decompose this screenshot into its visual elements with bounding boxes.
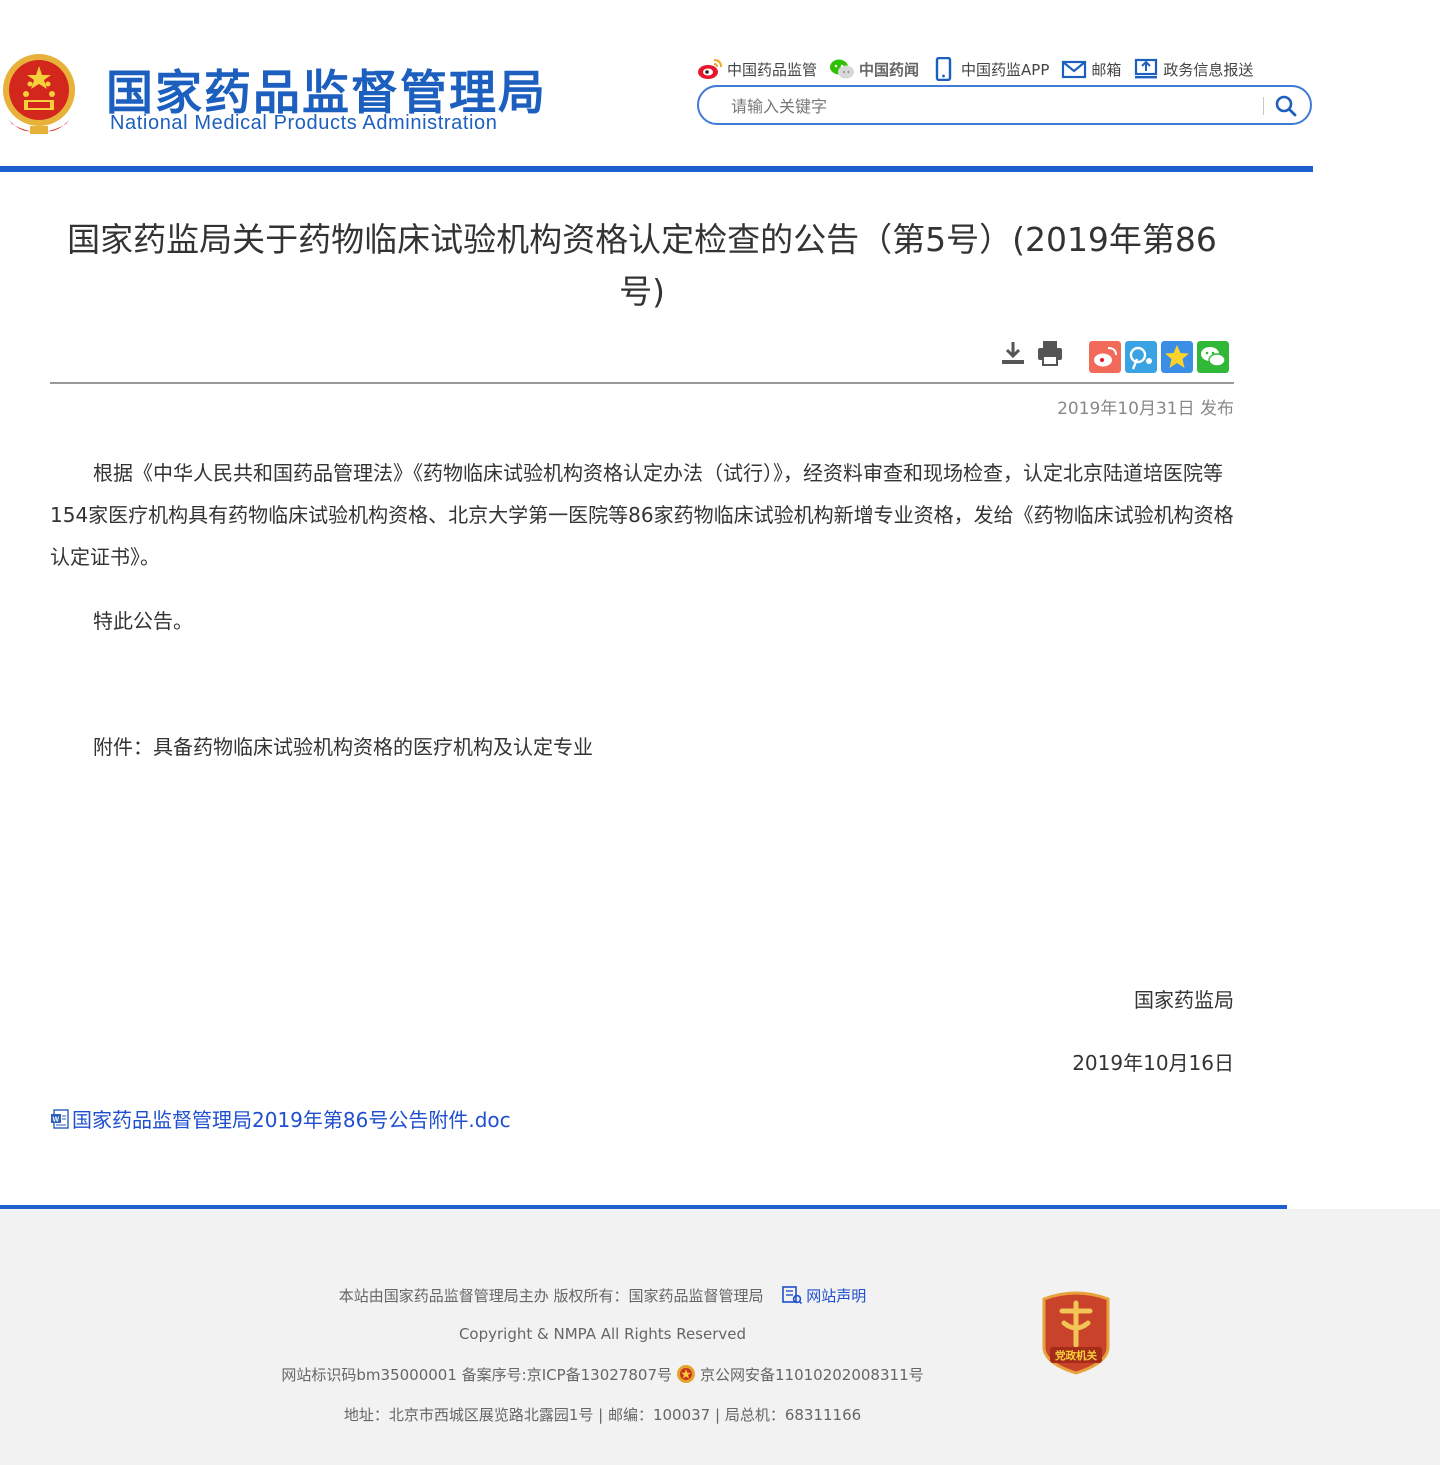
footer-address: 地址：北京市西城区展览路北露园1号 | 邮编：100037 | 局总机：6831…: [343, 1406, 862, 1424]
wechat-icon: [830, 59, 855, 79]
link-report-label: 政务信息报送: [1163, 60, 1254, 79]
signature-org: 国家药监局: [1134, 988, 1234, 1012]
link-weibo[interactable]: 中国药品监管: [697, 57, 817, 81]
national-emblem-icon: [3, 54, 75, 134]
search-input[interactable]: [731, 94, 1251, 118]
weibo-icon: [698, 59, 722, 79]
footer-icp-line: 网站标识码bm35000001 备案序号:京ICP备13027807号 京公网安…: [0, 1364, 1205, 1385]
print-icon[interactable]: [1035, 338, 1065, 368]
meta-divider: [50, 382, 1234, 384]
party-badge-label: 党政机关: [1055, 1349, 1097, 1362]
link-mail-label: 邮箱: [1091, 60, 1122, 79]
site-statement-label: 网站声明: [806, 1287, 867, 1305]
party-government-badge[interactable]: 党政机关: [1040, 1289, 1112, 1375]
word-doc-icon: W: [51, 1108, 69, 1129]
mail-icon: [1062, 60, 1087, 79]
search-divider: [1263, 97, 1264, 115]
article-title: 国家药监局关于药物临床试验机构资格认定检查的公告（第5号）(2019年第86号): [67, 220, 1217, 311]
statement-icon: [782, 1286, 803, 1304]
search-icon[interactable]: [1272, 92, 1300, 120]
attachment-link-label: 国家药品监督管理局2019年第86号公告附件.doc: [72, 1108, 511, 1132]
share-buttons: [1089, 341, 1233, 373]
footer-sponsor: 本站由国家药品监督管理局主办 版权所有：国家药品监督管理局: [338, 1287, 764, 1305]
footer-police[interactable]: 京公网安备11010202008311号: [700, 1366, 924, 1384]
share-qzone-icon[interactable]: [1125, 341, 1157, 373]
link-wechat[interactable]: 中国药闻: [829, 57, 919, 81]
download-icon[interactable]: [998, 338, 1028, 368]
link-weibo-label: 中国药品监管: [727, 60, 818, 79]
share-favorite-icon[interactable]: [1161, 341, 1193, 373]
site-statement-link[interactable]: 网站声明: [782, 1286, 867, 1305]
share-wechat-icon[interactable]: [1197, 341, 1229, 373]
link-app[interactable]: 中国药监APP: [931, 57, 1049, 81]
link-mail[interactable]: 邮箱: [1061, 57, 1121, 81]
link-wechat-label: 中国药闻: [859, 60, 920, 79]
publish-date: 2019年10月31日 发布: [1057, 399, 1234, 419]
footer-sponsor-line: 本站由国家药品监督管理局主办 版权所有：国家药品监督管理局 网站声明: [0, 1285, 1205, 1306]
mobile-icon: [935, 57, 952, 81]
footer-icp[interactable]: 网站标识码bm35000001 备案序号:京ICP备13027807号: [281, 1366, 672, 1384]
search-box: [697, 85, 1312, 125]
signature-date: 2019年10月16日: [1072, 1051, 1234, 1075]
article-paragraph: 根据《中华人民共和国药品管理法》《药物临床试验机构资格认定办法（试行）》，经资料…: [50, 461, 1234, 569]
svg-text:W: W: [53, 1116, 60, 1123]
link-app-label: 中国药监APP: [961, 60, 1050, 79]
top-links: 中国药品监管 中国药闻 中国药监APP 邮箱 政务信息报送: [697, 55, 1265, 83]
article-tools: [998, 338, 1072, 368]
footer-copyright: Copyright & NMPA All Rights Reserved: [458, 1325, 747, 1343]
site-header: 国家药品监督管理局 National Medical Products Admi…: [0, 0, 1440, 175]
upload-monitor-icon: [1135, 58, 1158, 79]
link-report[interactable]: 政务信息报送: [1133, 57, 1253, 81]
brand-name-en[interactable]: National Medical Products Administration: [110, 112, 498, 135]
article-paragraph: 特此公告。: [93, 609, 193, 633]
attachment-link[interactable]: W 国家药品监督管理局2019年第86号公告附件.doc: [50, 1104, 511, 1133]
share-weibo-icon[interactable]: [1089, 341, 1121, 373]
attachment-note: 附件：具备药物临床试验机构资格的医疗机构及认定专业: [93, 735, 593, 759]
header-divider: [0, 166, 1313, 172]
police-badge-icon: [677, 1365, 695, 1383]
site-footer: 本站由国家药品监督管理局主办 版权所有：国家药品监督管理局 网站声明 Copyr…: [0, 1209, 1440, 1465]
